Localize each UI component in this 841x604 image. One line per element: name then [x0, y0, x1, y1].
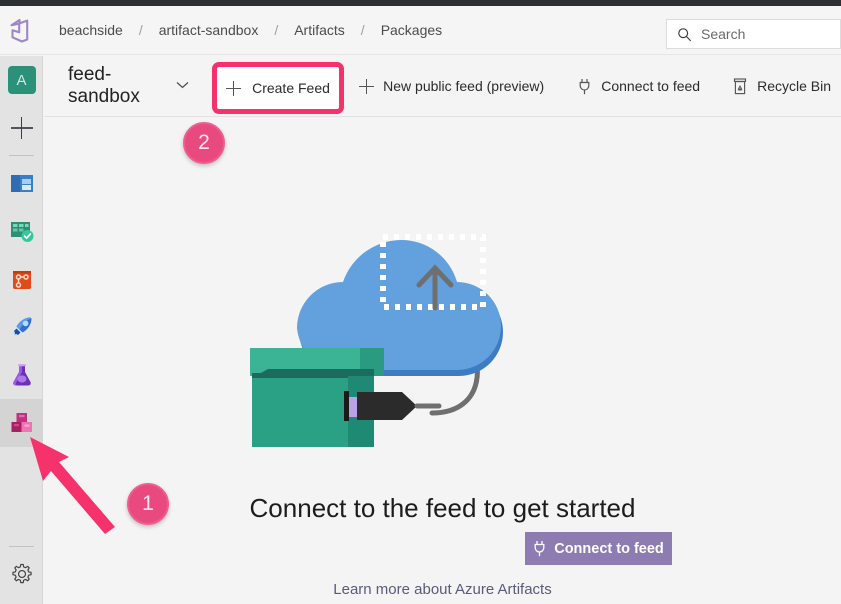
- avatar: A: [7, 66, 36, 94]
- sidebar-item-user-avatar[interactable]: A: [0, 56, 43, 104]
- sidebar-item-pipelines[interactable]: [0, 303, 43, 351]
- gear-icon: [11, 563, 32, 584]
- rail-footer: [0, 543, 43, 598]
- breadcrumb: beachside / artifact-sandbox / Artifacts…: [55, 20, 446, 40]
- breadcrumb-item-organization[interactable]: beachside: [55, 20, 127, 40]
- create-feed-highlight-box: Create Feed: [212, 62, 344, 114]
- search-icon: [678, 27, 692, 41]
- search-input[interactable]: Search: [666, 19, 841, 49]
- new-public-feed-button[interactable]: New public feed (preview): [348, 71, 554, 101]
- rail-divider: [9, 546, 34, 547]
- breadcrumb-separator: /: [360, 22, 365, 38]
- sidebar-item-repos[interactable]: [0, 255, 43, 303]
- plug-icon: [534, 541, 545, 557]
- connect-to-feed-button[interactable]: Connect to feed: [525, 532, 672, 565]
- annotation-badge-1: 1: [127, 483, 169, 525]
- search-placeholder-text: Search: [701, 26, 746, 42]
- create-feed-label: Create Feed: [252, 80, 330, 96]
- annotation-badge-2: 2: [183, 122, 225, 164]
- recycle-bin-label: Recycle Bin: [757, 78, 831, 94]
- feed-selector[interactable]: feed-sandbox: [68, 64, 189, 108]
- breadcrumb-separator: /: [138, 22, 143, 38]
- illustration-svg: [250, 234, 503, 447]
- connect-to-feed-command[interactable]: Connect to feed: [566, 71, 710, 101]
- plus-icon: [10, 117, 33, 139]
- page-command-bar: feed-sandbox Create Feed New public feed…: [44, 56, 841, 117]
- breadcrumb-item-packages[interactable]: Packages: [377, 20, 446, 40]
- sidebar-item-project-settings[interactable]: [0, 550, 43, 598]
- sidebar-item-boards[interactable]: [0, 207, 43, 255]
- rail-divider: [8, 155, 34, 156]
- recycle-bin-glyph: [734, 77, 747, 94]
- feed-empty-state: Connect to the feed to get started Conne…: [44, 118, 841, 604]
- learn-more-link[interactable]: Learn more about Azure Artifacts: [44, 581, 841, 598]
- global-navigation-bar: beachside / artifact-sandbox / Artifacts…: [0, 6, 841, 55]
- annotation-arrow-to-artifacts: [30, 437, 115, 534]
- breadcrumb-separator: /: [274, 22, 279, 38]
- cloud-upload-artifacts-illustration: [224, 173, 624, 478]
- app-root: beachside / artifact-sandbox / Artifacts…: [0, 0, 841, 604]
- plug-glyph: [579, 78, 590, 94]
- test-plans-flask-icon: [12, 364, 31, 386]
- chevron-down-glyph: [176, 81, 189, 88]
- recycle-bin-icon: [732, 77, 748, 94]
- create-feed-button[interactable]: Create Feed: [217, 67, 339, 109]
- azure-devops-logo-glyph: [9, 18, 28, 43]
- new-public-feed-label: New public feed (preview): [383, 78, 545, 94]
- repos-icon: [12, 271, 31, 289]
- recycle-bin-button[interactable]: Recycle Bin: [722, 71, 841, 101]
- breadcrumb-item-project[interactable]: artifact-sandbox: [155, 20, 263, 40]
- sidebar-item-test-plans[interactable]: [0, 351, 43, 399]
- chevron-down-icon: [176, 81, 189, 92]
- overview-icon: [10, 175, 33, 192]
- azure-devops-logo[interactable]: [0, 6, 43, 55]
- connect-to-feed-button-label: Connect to feed: [554, 540, 664, 557]
- connect-to-feed-label: Connect to feed: [601, 78, 701, 94]
- plus-icon: [358, 78, 374, 94]
- boards-icon: [10, 222, 33, 242]
- sidebar-item-overview[interactable]: [0, 159, 43, 207]
- plug-icon: [576, 78, 592, 94]
- sidebar-item-new[interactable]: [0, 104, 43, 152]
- breadcrumb-item-artifacts[interactable]: Artifacts: [290, 20, 349, 40]
- pipelines-rocket-icon: [13, 317, 31, 336]
- page-title: feed-sandbox: [68, 64, 140, 107]
- plus-icon: [226, 80, 242, 96]
